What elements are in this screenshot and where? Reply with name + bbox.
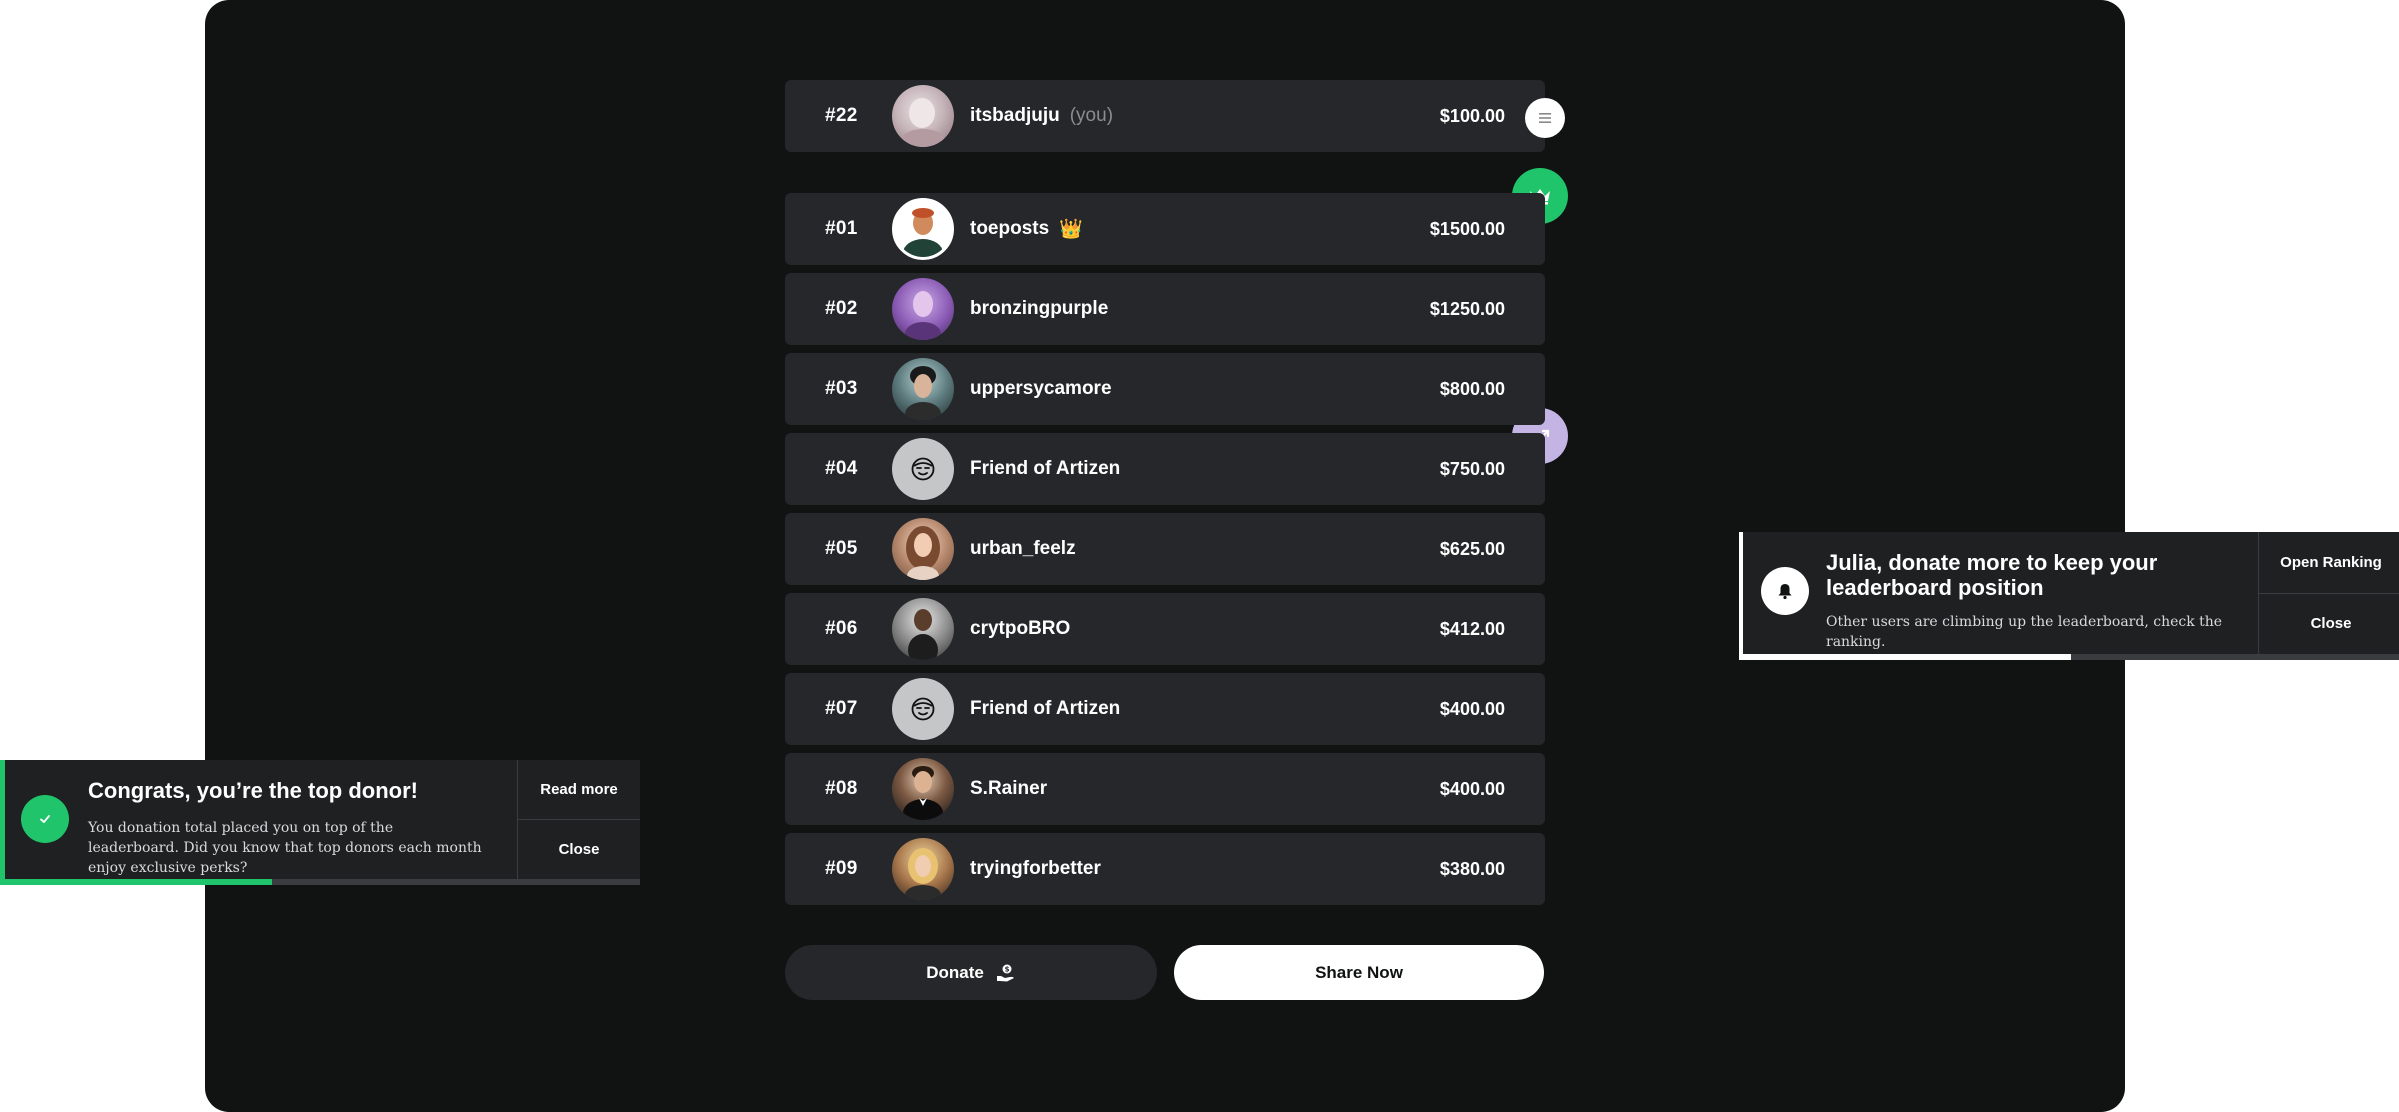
user-photo-icon <box>903 766 943 820</box>
amount: $400.00 <box>1439 698 1505 719</box>
leaderboard-row[interactable]: #01 toeposts 👑 $1500.00 <box>785 193 1545 265</box>
avatar <box>892 85 954 147</box>
toast-progress-fill <box>5 879 272 885</box>
amount: $750.00 <box>1439 458 1505 479</box>
read-more-button[interactable]: Read more <box>518 760 640 819</box>
username: crytpoBRO <box>970 618 1071 639</box>
toast-title: Congrats, you’re the top donor! <box>88 778 418 803</box>
success-toast: Congrats, you’re the top donor! You dona… <box>0 760 640 885</box>
face-icon <box>911 457 935 481</box>
toast-progress-track <box>1743 654 2399 660</box>
avatar <box>892 838 954 900</box>
bell-icon <box>1778 584 1792 600</box>
face-icon <box>911 697 935 721</box>
username: S.Rainer <box>970 778 1048 799</box>
user-photo-icon <box>908 609 938 660</box>
user-photo-icon <box>905 848 941 900</box>
avatar <box>892 518 954 580</box>
user-photo-icon <box>905 291 941 340</box>
amount: $1250.00 <box>1429 298 1505 319</box>
amount: $412.00 <box>1439 618 1505 639</box>
toast-title: Julia, donate more to keep your leaderbo… <box>1826 550 2158 600</box>
username: uppersycamore <box>970 378 1112 399</box>
username: Friend of Artizen <box>970 458 1121 479</box>
toast-actions: Read more Close <box>517 760 640 879</box>
check-icon-circle <box>21 795 69 843</box>
rank: #03 <box>825 378 858 399</box>
user-photo-icon <box>901 98 945 147</box>
crown-badge-icon: 👑 <box>1059 219 1083 240</box>
username: urban_feelz <box>970 538 1076 559</box>
leaderboard-row[interactable]: #02 bronzingpurple $1250.00 <box>785 273 1545 345</box>
username: tryingforbetter <box>970 858 1101 879</box>
donate-label: Donate <box>926 962 984 982</box>
username-text: toeposts <box>970 218 1050 239</box>
toast-progress-fill <box>1743 654 2071 660</box>
rank: #04 <box>825 458 858 479</box>
close-button[interactable]: Close <box>2259 592 2399 655</box>
rank: #01 <box>825 218 858 239</box>
leaderboard-row[interactable]: #08 S.Rainer $400.00 <box>785 753 1545 825</box>
username-text: itsbadjuju <box>970 105 1060 126</box>
rank: #09 <box>825 858 858 879</box>
leaderboard-row[interactable]: #05 urban_feelz $625.00 <box>785 513 1545 585</box>
rank: #08 <box>825 778 858 799</box>
amount: $400.00 <box>1439 778 1505 799</box>
svg-text:$: $ <box>1004 965 1009 973</box>
rank: #22 <box>825 105 858 126</box>
share-now-button[interactable]: Share Now <box>1174 945 1544 1000</box>
avatar <box>892 758 954 820</box>
rank: #05 <box>825 538 858 559</box>
bell-icon-circle <box>1761 567 1809 615</box>
user-photo-icon <box>895 201 951 257</box>
share-label: Share Now <box>1315 962 1403 982</box>
avatar <box>892 438 954 500</box>
toast-progress-track <box>5 879 640 885</box>
rank: #02 <box>825 298 858 319</box>
menu-button[interactable] <box>1525 98 1565 138</box>
rank: #06 <box>825 618 858 639</box>
leaderboard-row[interactable]: #04 Friend of Artizen $750.00 <box>785 433 1545 505</box>
donate-button[interactable]: Donate $ <box>785 945 1157 1000</box>
avatar <box>892 598 954 660</box>
amount: $625.00 <box>1439 538 1505 559</box>
leaderboard-row[interactable]: #09 tryingforbetter $380.00 <box>785 833 1545 905</box>
amount: $380.00 <box>1439 858 1505 879</box>
user-photo-icon <box>905 366 941 420</box>
amount: $100.00 <box>1439 105 1505 126</box>
open-ranking-button[interactable]: Open Ranking <box>2259 532 2399 593</box>
username: bronzingpurple <box>970 298 1109 319</box>
toast-message: Other users are climbing up the leaderbo… <box>1826 614 2223 650</box>
amount: $800.00 <box>1439 378 1505 399</box>
avatar <box>892 278 954 340</box>
user-photo-icon <box>906 526 940 580</box>
toast-message: You donation total placed you on top of … <box>88 820 482 876</box>
close-button[interactable]: Close <box>518 819 640 879</box>
username: itsbadjuju (you) <box>970 105 1113 127</box>
donate-hand-icon: $ <box>996 964 1014 981</box>
current-user-row[interactable]: #22 itsbadjuju (you) $100.00 <box>785 80 1545 152</box>
rank: #07 <box>825 698 858 719</box>
username: toeposts 👑 <box>970 217 1083 241</box>
avatar <box>892 678 954 740</box>
you-tag: (you) <box>1069 105 1114 126</box>
leaderboard-row[interactable]: #06 crytpoBRO $412.00 <box>785 593 1545 665</box>
toast-actions: Open Ranking Close <box>2258 532 2399 654</box>
avatar <box>892 358 954 420</box>
username: Friend of Artizen <box>970 698 1121 719</box>
leaderboard-row[interactable]: #03 uppersycamore $800.00 <box>785 353 1545 425</box>
check-icon <box>40 815 50 823</box>
amount: $1500.00 <box>1429 218 1505 239</box>
menu-icon <box>1539 113 1551 123</box>
alert-toast: Julia, donate more to keep your leaderbo… <box>1739 532 2399 660</box>
avatar <box>892 198 954 260</box>
leaderboard-row[interactable]: #07 Friend of Artizen $400.00 <box>785 673 1545 745</box>
